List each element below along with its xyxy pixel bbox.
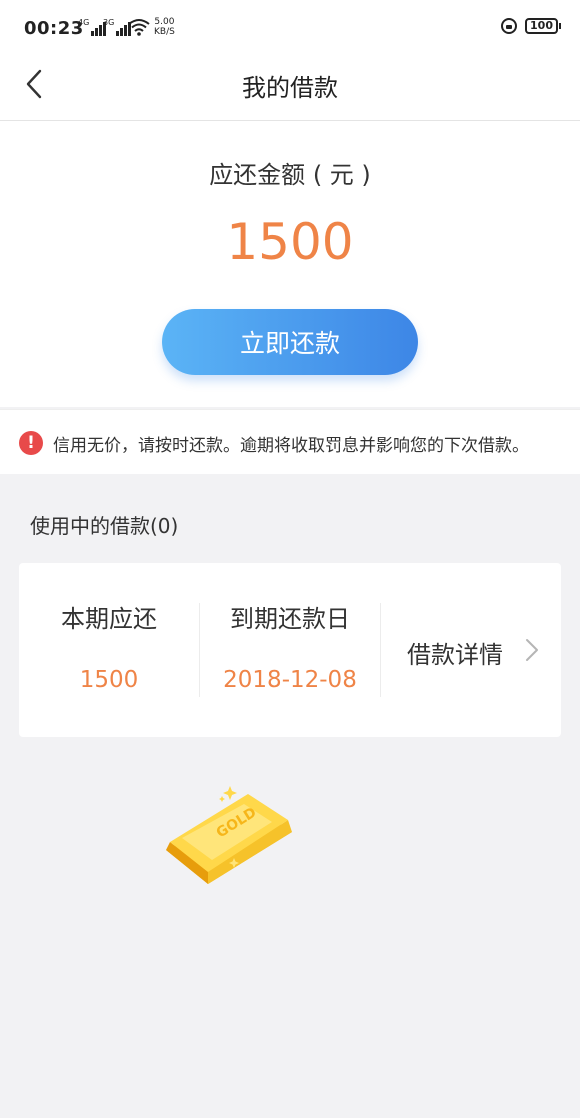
due-date-label: 到期还款日 — [230, 605, 350, 633]
page-title: 我的借款 — [242, 74, 338, 102]
notice-bar: ! 信用无价，请按时还款。逾期将收取罚息并影响您的下次借款。 — [0, 409, 580, 474]
wifi-icon — [128, 19, 150, 36]
notice-text: 信用无价，请按时还款。逾期将收取罚息并影响您的下次借款。 — [53, 436, 529, 456]
rotation-lock-icon — [501, 18, 518, 34]
repay-now-button[interactable]: 立即还款 — [162, 309, 418, 375]
loan-detail-label: 借款详情 — [407, 641, 503, 669]
battery-icon: 100 — [525, 18, 561, 34]
amount-due-label: 应还金额 ( 元 ) — [209, 161, 371, 189]
current-due-label: 本期应还 — [61, 605, 157, 633]
loan-card: 本期应还 1500 到期还款日 2018-12-08 借款详情 — [19, 563, 561, 737]
repayment-panel: 应还金额 ( 元 ) 1500 立即还款 — [0, 121, 580, 407]
current-due-value: 1500 — [79, 667, 139, 693]
status-time: 00:23 — [24, 18, 84, 39]
current-due-column: 本期应还 1500 — [19, 563, 199, 737]
status-right-group: 100 — [501, 18, 561, 34]
gold-bar-icon: GOLD — [166, 786, 292, 884]
due-date-value: 2018-12-08 — [223, 667, 357, 693]
status-bar: 00:23 4G 3G 5.00 KB/S 100 — [0, 0, 580, 56]
active-loans-title: 使用中的借款(0) — [30, 514, 179, 538]
amount-due-value: 1500 — [226, 213, 354, 271]
exclamation-circle-icon: ! — [19, 431, 43, 455]
nav-bar: 我的借款 — [0, 56, 580, 121]
chevron-right-icon — [526, 639, 538, 661]
loan-detail-link[interactable]: 借款详情 — [381, 563, 561, 737]
network-speed: 5.00 KB/S — [154, 17, 175, 37]
due-date-column: 到期还款日 2018-12-08 — [200, 563, 380, 737]
